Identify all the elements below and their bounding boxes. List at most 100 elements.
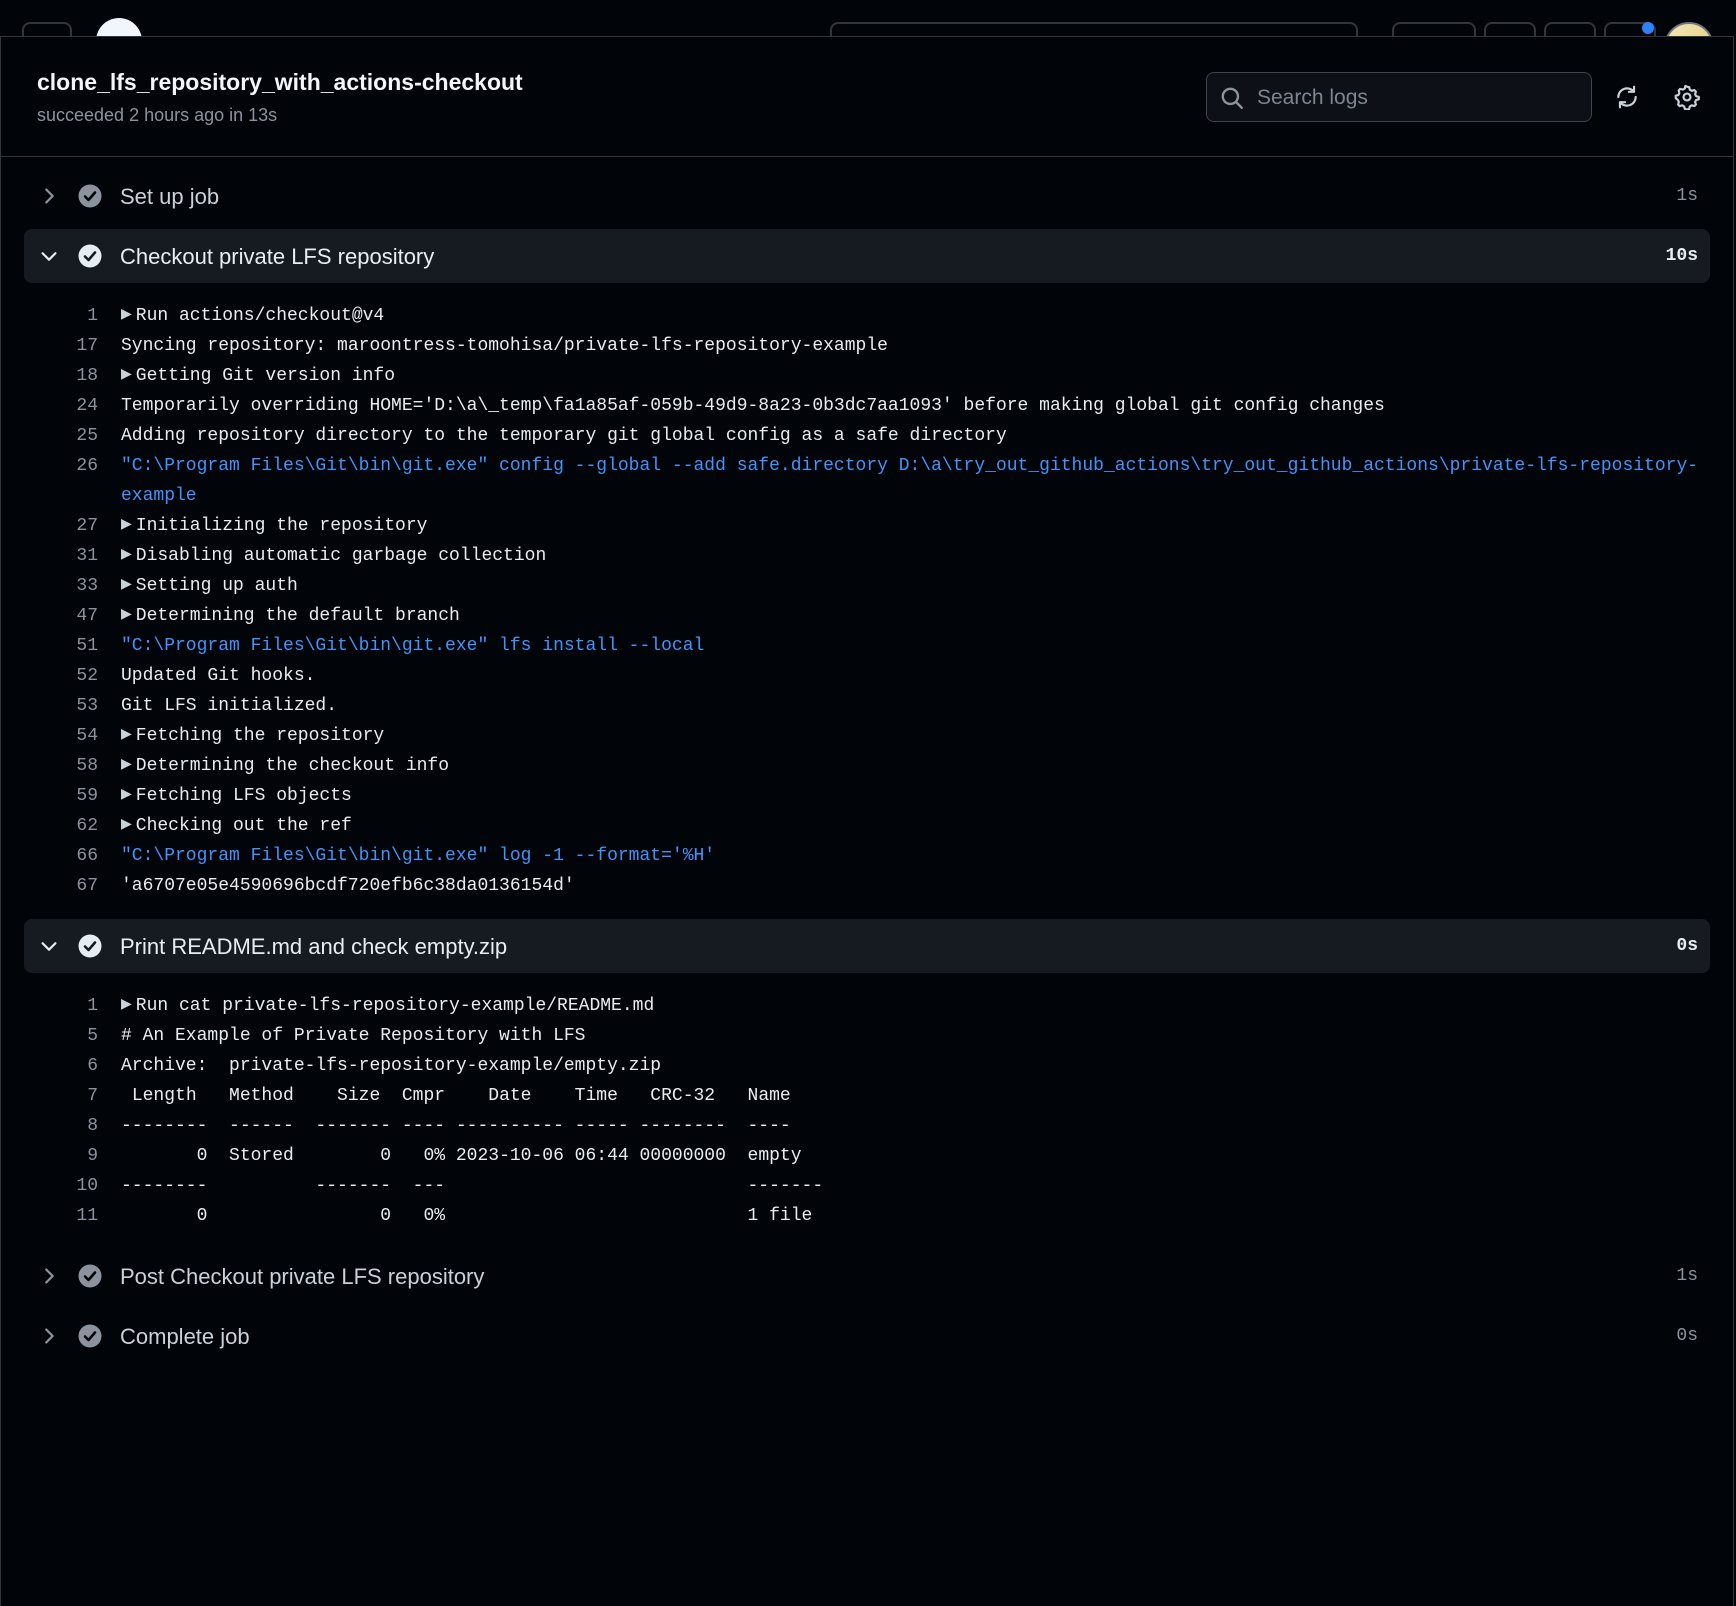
line-number[interactable]: 59	[40, 781, 98, 811]
expand-triangle-icon[interactable]: ▶	[121, 757, 132, 773]
step-print-readme[interactable]: Print README.md and check empty.zip 0s	[24, 919, 1710, 973]
search-logs-field[interactable]	[1206, 72, 1592, 123]
log-text: Temporarily overriding HOME='D:\a\_temp\…	[121, 391, 1706, 421]
line-number[interactable]: 1	[40, 301, 98, 331]
log-text-content: 'a6707e05e4590696bcdf720efb6c38da0136154…	[121, 876, 575, 896]
line-number[interactable]: 67	[40, 871, 98, 901]
log-text-content: Determining the default branch	[135, 606, 460, 626]
log-group-line[interactable]: 62 ▶ Checking out the ref	[0, 811, 1736, 841]
expand-triangle-icon[interactable]: ▶	[121, 607, 132, 623]
log-line: 25 Adding repository directory to the tem…	[0, 421, 1736, 451]
expand-triangle-icon[interactable]: ▶	[121, 997, 132, 1013]
log-text-content: Archive: private-lfs-repository-example/…	[121, 1056, 662, 1076]
line-number[interactable]: 62	[40, 811, 98, 841]
chevron-down-icon	[41, 252, 57, 261]
expand-triangle-icon[interactable]: ▶	[121, 727, 132, 743]
log-text-content: Run actions/checkout@v4	[135, 306, 385, 326]
line-number[interactable]: 18	[40, 361, 98, 391]
log-text-content: Determining the checkout info	[135, 756, 450, 776]
log-text-content: Syncing repository: maroontress-tomohisa…	[121, 336, 888, 356]
line-number[interactable]: 52	[40, 661, 98, 691]
line-number[interactable]: 31	[40, 541, 98, 571]
settings-button[interactable]	[1669, 79, 1705, 115]
expand-triangle-icon[interactable]: ▶	[121, 517, 132, 533]
line-number[interactable]: 17	[40, 331, 98, 361]
line-number[interactable]: 25	[40, 421, 98, 451]
line-number[interactable]: 7	[40, 1081, 98, 1111]
line-number[interactable]: 53	[40, 691, 98, 721]
expand-triangle-icon[interactable]: ▶	[121, 307, 132, 323]
line-number[interactable]: 24	[40, 391, 98, 421]
check-circle-icon	[78, 1324, 102, 1348]
line-number[interactable]: 5	[40, 1021, 98, 1051]
log-text-content: Length Method Size Cmpr Date Time CRC-32…	[121, 1086, 791, 1106]
log-text: ▶ Fetching LFS objects	[121, 781, 1706, 812]
log-text-content: Initializing the repository	[135, 516, 428, 536]
search-logs-input[interactable]	[1255, 73, 1579, 123]
log-text: ▶ Run actions/checkout@v4	[121, 301, 1706, 332]
log-group-line[interactable]: 33 ▶ Setting up auth	[0, 571, 1736, 601]
log-line: 5 # An Example of Private Repository with…	[0, 1021, 1736, 1051]
job-title: clone_lfs_repository_with_actions-checko…	[37, 69, 523, 95]
step-set-up-job[interactable]: Set up job 1s	[24, 169, 1710, 223]
expand-triangle-icon[interactable]: ▶	[121, 577, 132, 593]
line-number[interactable]: 9	[40, 1141, 98, 1171]
log-text: ▶ Checking out the ref	[121, 811, 1706, 842]
line-number[interactable]: 26	[40, 451, 98, 481]
search-icon	[1221, 87, 1243, 109]
line-number[interactable]: 54	[40, 721, 98, 751]
expand-triangle-icon[interactable]: ▶	[121, 817, 132, 833]
line-number[interactable]: 33	[40, 571, 98, 601]
line-number[interactable]: 6	[40, 1051, 98, 1081]
check-circle-icon	[78, 1264, 102, 1288]
log-text-content: Git LFS initialized.	[121, 696, 338, 716]
line-number[interactable]: 8	[40, 1111, 98, 1141]
step-label: Complete job	[120, 1324, 250, 1349]
log-text: ▶ Determining the default branch	[121, 601, 1706, 632]
expand-triangle-icon[interactable]: ▶	[121, 547, 132, 563]
expand-triangle-icon[interactable]: ▶	[121, 787, 132, 803]
log-group-line[interactable]: 1 ▶ Run cat private-lfs-repository-example…	[0, 991, 1736, 1021]
log-text-content: 0 Stored 0 0% 2023-10-06 06:44 00000000 …	[121, 1146, 802, 1166]
log-text-content: Setting up auth	[135, 576, 298, 596]
log-text: Adding repository directory to the tempo…	[121, 421, 1706, 451]
log-group-line[interactable]: 31 ▶ Disabling automatic garbage collectio…	[0, 541, 1736, 571]
log-group-line[interactable]: 18 ▶ Getting Git version info	[0, 361, 1736, 391]
step-checkout-private-lfs-repository[interactable]: Checkout private LFS repository 10s	[24, 229, 1710, 283]
log-text: Updated Git hooks.	[121, 661, 1706, 691]
log-group-line[interactable]: 27 ▶ Initializing the repository	[0, 511, 1736, 541]
step-complete-job[interactable]: Complete job 0s	[24, 1309, 1710, 1363]
line-number[interactable]: 1	[40, 991, 98, 1021]
line-number[interactable]: 11	[40, 1201, 98, 1231]
step-duration: 0s	[1676, 1326, 1698, 1346]
chevron-right-icon	[45, 1328, 54, 1344]
step-duration: 1s	[1676, 186, 1698, 206]
log-text-content: Updated Git hooks.	[121, 666, 316, 686]
log-text-content: Adding repository directory to the tempo…	[121, 426, 1007, 446]
log-group-line[interactable]: 59 ▶ Fetching LFS objects	[0, 781, 1736, 811]
expand-triangle-icon[interactable]: ▶	[121, 367, 132, 383]
log-group-line[interactable]: 47 ▶ Determining the default branch	[0, 601, 1736, 631]
check-circle-icon	[78, 244, 102, 268]
log-line: 10 -------- ------- --- -------	[0, 1171, 1736, 1201]
log-group-line[interactable]: 58 ▶ Determining the checkout info	[0, 751, 1736, 781]
log-text: ▶ Determining the checkout info	[121, 751, 1706, 782]
checkout-log: 1 ▶ Run actions/checkout@v4 17 Syncing repos…	[0, 301, 1736, 901]
log-text-content: Disabling automatic garbage collection	[135, 546, 547, 566]
refresh-button[interactable]	[1609, 79, 1645, 115]
log-group-line[interactable]: 1 ▶ Run actions/checkout@v4	[0, 301, 1736, 331]
line-number[interactable]: 66	[40, 841, 98, 871]
chevron-right-icon	[45, 1268, 54, 1284]
log-group-line[interactable]: 54 ▶ Fetching the repository	[0, 721, 1736, 751]
line-number[interactable]: 27	[40, 511, 98, 541]
log-line: 26 "C:\Program Files\Git\bin\git.exe" con…	[0, 451, 1736, 511]
log-text: "C:\Program Files\Git\bin\git.exe" confi…	[121, 451, 1706, 511]
log-text: ▶ Getting Git version info	[121, 361, 1706, 392]
log-text: ▶ Fetching the repository	[121, 721, 1706, 752]
line-number[interactable]: 51	[40, 631, 98, 661]
line-number[interactable]: 47	[40, 601, 98, 631]
log-line: 51 "C:\Program Files\Git\bin\git.exe" lfs…	[0, 631, 1736, 661]
line-number[interactable]: 10	[40, 1171, 98, 1201]
line-number[interactable]: 58	[40, 751, 98, 781]
step-post-checkout[interactable]: Post Checkout private LFS repository 1s	[24, 1249, 1710, 1303]
